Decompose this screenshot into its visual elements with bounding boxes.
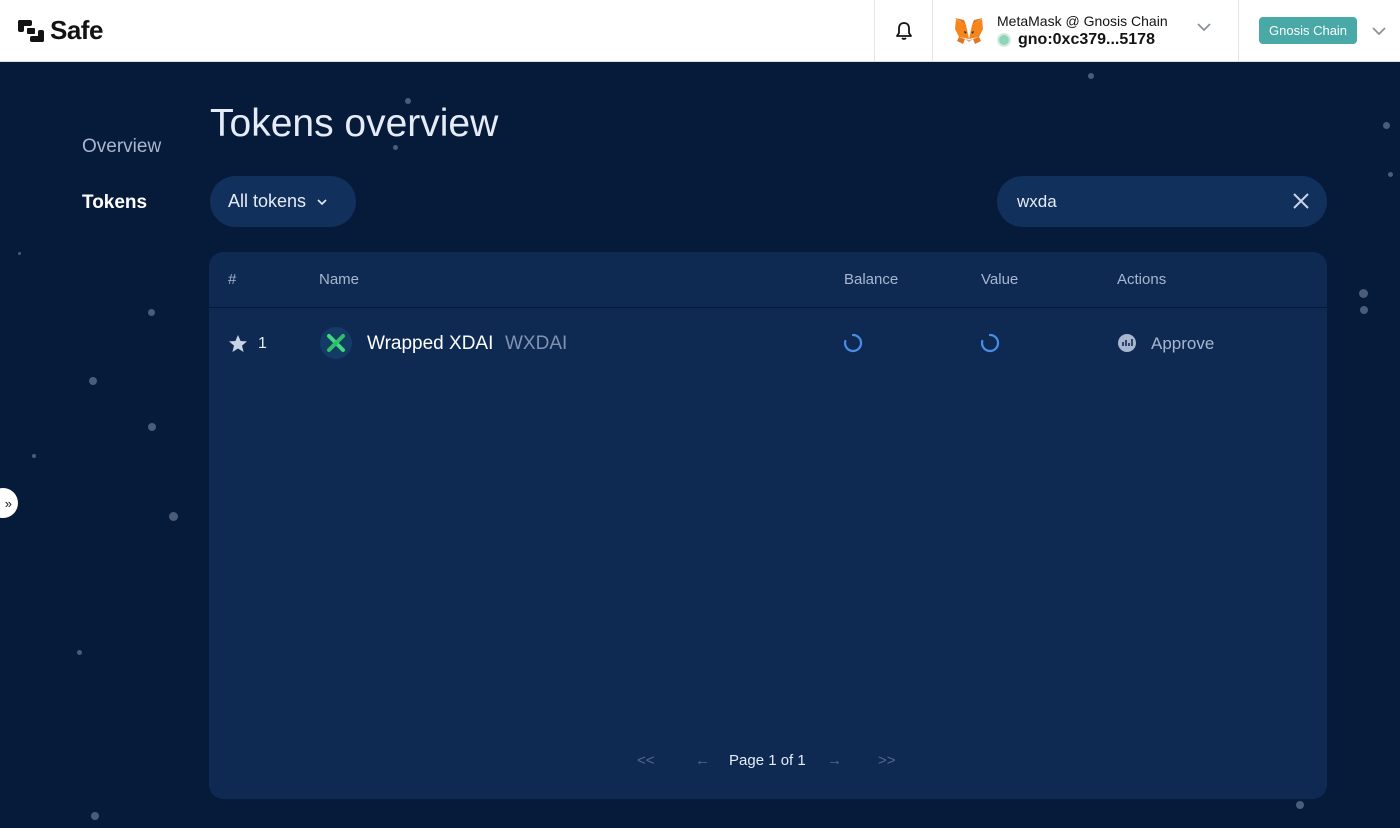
background-dot <box>77 650 82 655</box>
wallet-account-button[interactable]: MetaMask @ Gnosis Chain gno:0xc379...517… <box>932 0 1238 61</box>
filter-label: All tokens <box>228 191 307 211</box>
star-icon[interactable] <box>228 334 248 353</box>
token-name: Wrapped XDAI <box>367 333 494 354</box>
network-selector[interactable]: Gnosis Chain <box>1238 0 1400 61</box>
approve-button[interactable]: Approve <box>1151 334 1214 354</box>
background-dot <box>1388 172 1393 177</box>
top-header: Safe MetaMask @ Gnosis Chain gno:0xc379.… <box>0 0 1400 62</box>
background-dot <box>148 309 155 316</box>
search-input[interactable] <box>1017 191 1277 212</box>
column-header-value[interactable]: Value <box>981 271 1018 288</box>
token-symbol: WXDAI <box>505 333 568 354</box>
wallet-name: MetaMask @ Gnosis Chain <box>997 12 1168 29</box>
row-rank: 1 <box>258 335 267 352</box>
background-dot <box>169 512 178 521</box>
background-dot <box>1383 122 1390 129</box>
background-dot <box>32 454 36 458</box>
balance-loading-spinner-icon <box>843 333 863 353</box>
metamask-fox-icon <box>955 17 983 44</box>
double-chevron-right-icon: » <box>4 495 12 511</box>
background-dot <box>1296 801 1304 809</box>
column-header-rank: # <box>228 271 237 288</box>
approve-icon[interactable] <box>1117 333 1137 353</box>
wallet-address: gno:0xc379...5178 <box>1018 30 1155 48</box>
next-page-button[interactable]: → <box>827 752 842 769</box>
column-header-actions: Actions <box>1117 271 1167 288</box>
column-header-name[interactable]: Name <box>319 271 359 288</box>
chevron-down-icon <box>1197 23 1211 32</box>
background-dot <box>91 812 99 820</box>
close-icon[interactable] <box>1291 191 1311 211</box>
previous-page-button[interactable]: ← <box>695 752 710 769</box>
column-header-balance[interactable]: Balance <box>844 271 898 288</box>
background-dot <box>1359 289 1368 298</box>
table-header: # Name Balance Value Actions <box>209 252 1327 308</box>
background-dot <box>89 377 97 385</box>
logo[interactable]: Safe <box>0 0 874 61</box>
chevron-down-icon <box>1372 26 1386 35</box>
page-indicator: Page 1 of 1 <box>729 752 806 769</box>
last-page-button[interactable]: >> <box>878 752 896 769</box>
expand-sidebar-button[interactable]: » <box>0 488 18 518</box>
bell-icon <box>895 21 912 40</box>
tokens-table: # Name Balance Value Actions 1 Wrapped X… <box>209 252 1327 799</box>
value-loading-spinner-icon <box>980 333 1000 353</box>
background-dot <box>1088 73 1094 79</box>
chevron-down-icon <box>317 198 327 205</box>
sidebar-item-tokens[interactable]: Tokens <box>82 192 147 214</box>
notifications-button[interactable] <box>874 0 932 61</box>
search-container <box>997 176 1327 227</box>
wxdai-token-icon <box>320 327 352 359</box>
background-dot <box>18 252 21 255</box>
background-dot <box>148 423 156 431</box>
background-dot <box>1360 306 1368 314</box>
safe-logo-icon <box>18 19 44 42</box>
address-avatar <box>997 32 1011 47</box>
network-badge: Gnosis Chain <box>1259 17 1358 44</box>
token-filter-dropdown[interactable]: All tokens <box>210 176 356 227</box>
table-row: 1 Wrapped XDAI WXDAI Approve <box>209 309 1327 379</box>
sidebar-item-overview[interactable]: Overview <box>82 136 161 158</box>
first-page-button[interactable]: << <box>637 752 655 769</box>
page-title: Tokens overview <box>210 102 499 145</box>
logo-text: Safe <box>50 15 103 45</box>
